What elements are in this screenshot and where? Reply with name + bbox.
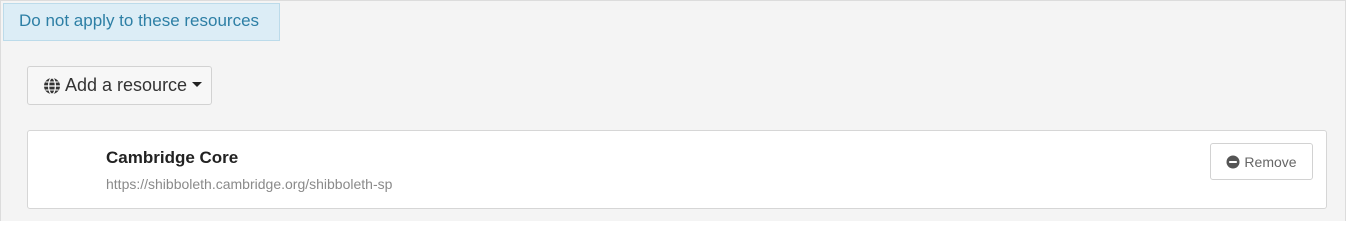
resource-item: Cambridge Core https://shibboleth.cambri… <box>27 130 1327 209</box>
remove-button[interactable]: Remove <box>1210 143 1313 180</box>
remove-label: Remove <box>1244 153 1297 170</box>
resource-name: Cambridge Core <box>106 148 239 167</box>
resource-url: https://shibboleth.cambridge.org/shibbol… <box>106 176 393 192</box>
section-header-label: Do not apply to these resources <box>19 11 260 30</box>
add-resource-label: Add a resource <box>65 75 188 95</box>
minus-circle-icon <box>1226 155 1240 169</box>
caret-down-icon <box>192 82 203 87</box>
section-header: Do not apply to these resources <box>3 3 280 41</box>
add-resource-button[interactable]: Add a resource <box>27 66 212 105</box>
globe-icon <box>43 76 61 95</box>
resource-exclusion-panel: Do not apply to these resources Add a re… <box>0 0 1346 221</box>
